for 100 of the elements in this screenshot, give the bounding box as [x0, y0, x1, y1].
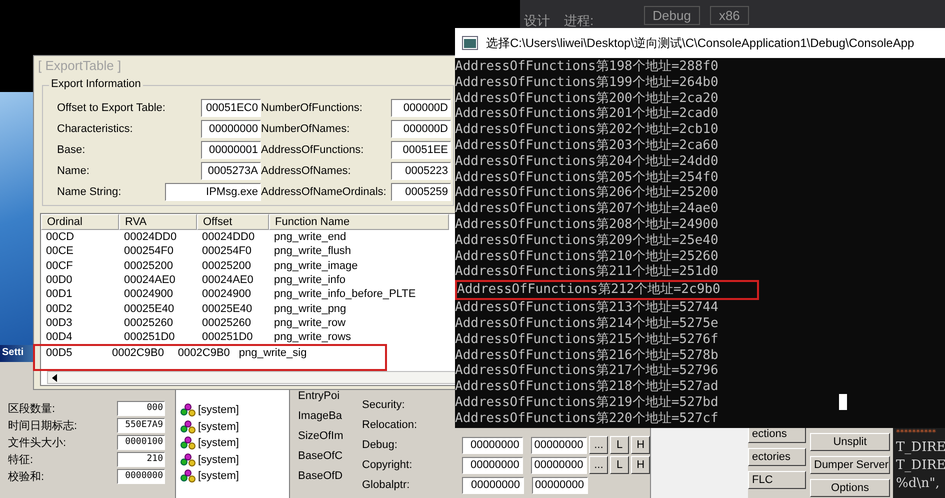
directory-button[interactable]: L [610, 436, 630, 454]
table-cell-text: 00D1 [45, 288, 74, 300]
console-line: AddressOfFunctions第198个地址=288f0 [455, 59, 720, 75]
value-field[interactable]: 00000000 [532, 476, 588, 494]
window-title: 选择C:\Users\liwei\Desktop\逆向测试\C\ConsoleApplication1\Debug\ConsoleApp [486, 34, 914, 52]
value-field[interactable]: 000000D [391, 99, 451, 117]
table-cell-text: 00024AE0 [201, 274, 254, 286]
table-cell-text: png_write_end [273, 231, 348, 244]
table-cell-text: png_write_info_before_PLTE [273, 288, 417, 300]
console-line: AddressOfFunctions第207个地址=24ae0 [455, 201, 720, 217]
text-cursor [839, 394, 847, 410]
column-header[interactable]: Offset [197, 214, 269, 230]
console-line: AddressOfFunctions第203个地址=2ca60 [455, 138, 720, 154]
panel-button[interactable]: Unsplit [810, 433, 890, 451]
value-field[interactable]: 00051EC0 [201, 99, 261, 117]
console-line: AddressOfFunctions第220个地址=527cf [455, 410, 720, 427]
panel-button[interactable]: Dumper Server [810, 456, 890, 474]
field-label: Relocation: [362, 419, 418, 431]
directory-button[interactable]: ... [589, 456, 608, 474]
value-field[interactable]: 0000000 [117, 469, 165, 484]
console-line: AddressOfFunctions第204个地址=24dd0 [455, 154, 720, 170]
window-title: Setti [0, 345, 33, 362]
table-cell-text: 000251D0 [123, 331, 176, 344]
table-cell-text: 00024DD0 [201, 231, 256, 244]
value-field[interactable]: 00051EE [391, 141, 451, 159]
value-field[interactable]: 00000000 [462, 436, 524, 454]
field-label: EntryPoi [298, 390, 341, 402]
field-label: NumberOfNames: [261, 123, 350, 135]
console-line: AddressOfFunctions第216个地址=5278b [455, 348, 720, 363]
value-field[interactable]: 000000D [391, 120, 451, 138]
table-cell-text: 00024900 [123, 288, 174, 300]
field-label: BaseOfD [298, 470, 344, 482]
field-label: 特征: [8, 453, 34, 467]
table-cell-text: 0002C9B0 [176, 347, 231, 360]
console-line: AddressOfFunctions第214个地址=5275e [455, 316, 720, 332]
field-label: Name: [57, 165, 90, 177]
process-name[interactable]: [system] [198, 470, 239, 482]
value-field[interactable]: IPMsg.exe [165, 183, 261, 201]
process-name[interactable]: [system] [198, 437, 239, 450]
column-header[interactable]: RVA [119, 214, 197, 230]
table-cell-text: png_write_row [273, 316, 347, 329]
process-icon [180, 403, 196, 418]
table-cell-text: 00D5 [45, 347, 74, 360]
directory-button[interactable]: H [631, 456, 650, 474]
code-line: %d\n", [896, 476, 941, 493]
field-label: ImageBa [298, 410, 344, 422]
value-field[interactable]: 550E7A9 [117, 418, 165, 433]
configuration-dropdown[interactable]: Debug [644, 6, 700, 24]
console-line: AddressOfFunctions第215个地址=5276f [455, 332, 720, 348]
console-line: AddressOfFunctions第218个地址=527ad [455, 379, 720, 395]
table-cell-text: png_write_image [273, 260, 359, 272]
process-name[interactable]: [system] [198, 404, 239, 416]
table-cell-text: 00CF [45, 260, 74, 272]
table-cell-text: 00024900 [201, 288, 252, 300]
table-cell-text: 00CE [45, 245, 75, 258]
table-cell-text: 000254F0 [123, 245, 175, 258]
table-cell-text: png_write_rows [273, 331, 352, 344]
value-field[interactable]: 0005259 [391, 183, 451, 201]
value-field[interactable]: 00000000 [462, 456, 524, 474]
console-line: AddressOfFunctions第208个地址=24900 [455, 216, 720, 233]
value-field[interactable]: 0005273A [201, 162, 261, 180]
table-cell-text: 00D0 [45, 274, 74, 286]
field-label: Debug: [362, 439, 398, 451]
platform-dropdown[interactable]: x86 [710, 6, 749, 24]
scroll-left-icon[interactable] [51, 374, 59, 382]
console-line: AddressOfFunctions第209个地址=25e40 [455, 232, 720, 249]
value-field[interactable]: 00000000 [462, 476, 524, 494]
process-name[interactable]: [system] [198, 420, 239, 433]
console-line: AddressOfFunctions第219个地址=527bd [455, 394, 720, 411]
table-cell-text: png_write_sig [238, 347, 308, 360]
table-cell-text: 00D3 [45, 316, 74, 329]
console-line: AddressOfFunctions第199个地址=264b0 [455, 74, 720, 91]
directory-button[interactable]: ... [589, 436, 608, 454]
value-field[interactable]: 210 [117, 452, 165, 467]
value-field[interactable]: 0005223 [391, 162, 451, 180]
value-field[interactable]: 0000100 [117, 435, 165, 450]
value-field[interactable]: 00000001 [201, 141, 261, 159]
table-cell-text: 00024DD0 [123, 231, 178, 244]
horizontal-scrollbar[interactable] [47, 371, 457, 384]
code-line: T_DIRE [896, 458, 945, 475]
value-field[interactable]: 00000000 [531, 436, 588, 454]
panel-button[interactable]: ectories [748, 448, 806, 466]
column-header[interactable]: Ordinal [41, 214, 119, 230]
column-header[interactable]: Function Name [269, 214, 449, 230]
directory-button[interactable]: L [610, 456, 630, 474]
directory-button[interactable]: H [631, 436, 650, 454]
field-label: 区段数量: [8, 402, 56, 416]
field-label: AddressOfNameOrdinals: [261, 186, 386, 198]
panel-button[interactable]: FLC [748, 471, 806, 489]
menu-item[interactable]: 设计 [520, 12, 554, 30]
panel-button[interactable]: Options [810, 479, 890, 497]
field-label: BaseOfC [298, 450, 344, 462]
field-label: Security: [362, 399, 406, 411]
value-field[interactable]: 000 [117, 401, 165, 416]
value-field[interactable]: 00000000 [201, 120, 261, 138]
process-name[interactable]: [system] [198, 454, 239, 466]
table-cell-text: 000251D0 [201, 331, 254, 344]
value-field[interactable]: 00000000 [531, 456, 588, 474]
field-label: Copyright: [362, 459, 414, 471]
table-cell-text: png_write_png [273, 302, 348, 315]
